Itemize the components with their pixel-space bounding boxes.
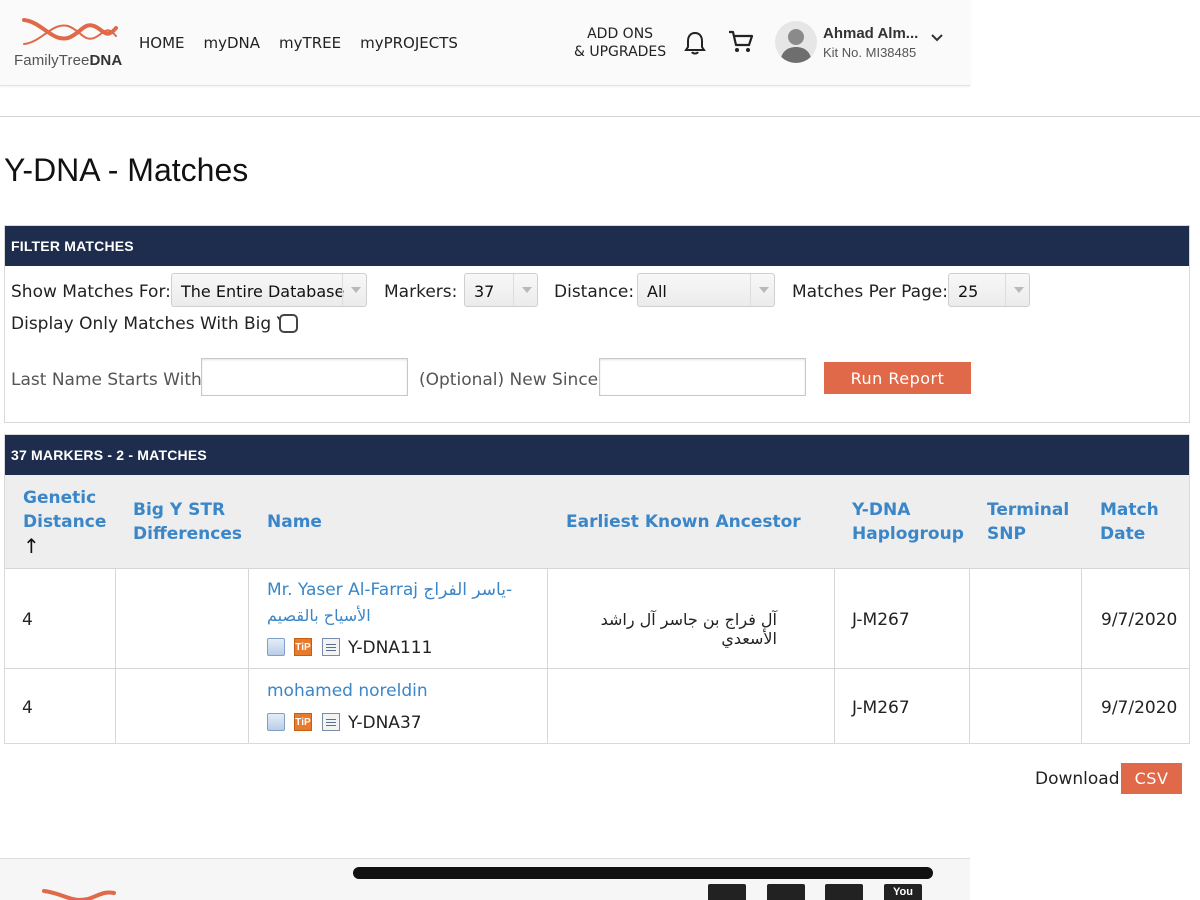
markers-label: Markers:: [384, 282, 458, 302]
shopping-cart-icon[interactable]: [728, 30, 754, 54]
download-label: Download:: [1035, 769, 1126, 789]
dropdown-arrow-icon: [1005, 274, 1029, 306]
cell-genetic-distance: 4: [22, 610, 33, 630]
nav-mytree[interactable]: myTREE: [279, 34, 341, 52]
kit-number: Kit No. MI38485: [823, 45, 917, 60]
last-name-label: Last Name Starts With:: [11, 370, 208, 390]
markers-select[interactable]: 37: [464, 273, 538, 307]
add-ons-upgrades-link[interactable]: ADD ONS & UPGRADES: [574, 25, 666, 61]
col-divider: [834, 569, 835, 743]
matches-results-panel: 37 MARKERS - 2 - MATCHES Genetic Distanc…: [4, 434, 1190, 744]
col-ydna-haplogroup[interactable]: Y-DNA Haplogroup: [852, 498, 964, 546]
main-nav: HOME myDNA myTREE myPROJECTS: [139, 34, 458, 52]
big-y-label: Display Only Matches With Big Y:: [11, 314, 291, 334]
filter-matches-panel: FILTER MATCHES Show Matches For: The Ent…: [4, 225, 1190, 423]
csv-download-button[interactable]: CSV: [1121, 763, 1182, 794]
col-terminal-snp[interactable]: Terminal SNP: [987, 498, 1069, 546]
cell-match-date: 9/7/2020: [1101, 610, 1178, 630]
col-divider: [248, 569, 249, 743]
sort-ascending-arrow-icon: ↑: [23, 534, 40, 558]
instagram-icon[interactable]: [825, 884, 863, 900]
youtube-icon[interactable]: You: [884, 884, 922, 900]
email-icon[interactable]: [267, 713, 285, 731]
dropdown-arrow-icon: [750, 274, 774, 306]
user-avatar[interactable]: [775, 21, 817, 63]
cell-test-type: Y-DNA111: [348, 638, 433, 658]
new-since-label: (Optional) New Since:: [419, 370, 604, 390]
page-title: Y-DNA - Matches: [4, 152, 249, 188]
matches-per-page-label: Matches Per Page:: [792, 282, 948, 302]
email-icon[interactable]: [267, 638, 285, 656]
tip-calculator-icon[interactable]: TiP: [294, 713, 312, 731]
show-matches-for-label: Show Matches For:: [11, 282, 171, 302]
cell-haplogroup: J-M267: [852, 610, 910, 630]
col-divider: [969, 569, 970, 743]
dropdown-arrow-icon: [342, 274, 366, 306]
home-indicator-bar: [353, 867, 933, 879]
distance-label: Distance:: [554, 282, 635, 302]
user-name[interactable]: Ahmad Alm...: [823, 25, 918, 42]
row-divider: [5, 568, 1189, 569]
user-silhouette-icon: [780, 29, 812, 63]
cell-haplogroup: J-M267: [852, 698, 910, 718]
col-genetic-distance[interactable]: Genetic Distance ↑: [23, 486, 106, 558]
notes-icon[interactable]: [322, 638, 340, 656]
familytreedna-logo[interactable]: FamilyTreeDNA: [14, 14, 134, 74]
last-name-input[interactable]: [201, 358, 408, 396]
twitter-icon[interactable]: [708, 884, 746, 900]
col-name[interactable]: Name: [267, 510, 322, 534]
col-earliest-known-ancestor[interactable]: Earliest Known Ancestor: [566, 510, 801, 534]
chevron-down-icon[interactable]: [930, 33, 944, 43]
show-matches-for-select[interactable]: The Entire Database: [171, 273, 367, 307]
distance-select[interactable]: All: [637, 273, 775, 307]
new-since-input[interactable]: [599, 358, 806, 396]
match-name-link[interactable]: Mr. Yaser Al-Farraj ياسر الفراج- الأسياح…: [267, 577, 512, 629]
top-navigation-bar: FamilyTreeDNA HOME myDNA myTREE myPROJEC…: [0, 0, 970, 86]
row-divider: [5, 668, 1189, 669]
nav-home[interactable]: HOME: [139, 34, 185, 52]
dropdown-arrow-icon: [513, 274, 537, 306]
matches-per-page-select[interactable]: 25: [948, 273, 1030, 307]
cell-earliest-known-ancestor: آل فراج بن جاسر آل راشد الأسعدي: [600, 610, 777, 648]
nav-myprojects[interactable]: myPROJECTS: [360, 34, 458, 52]
cell-match-date: 9/7/2020: [1101, 698, 1178, 718]
run-report-button[interactable]: Run Report: [824, 362, 971, 394]
logo-wordmark: FamilyTreeDNA: [14, 52, 123, 69]
filter-matches-heading: FILTER MATCHES: [5, 226, 1189, 266]
col-divider: [115, 569, 116, 743]
col-divider: [547, 569, 548, 743]
col-big-y-str-differences[interactable]: Big Y STR Differences: [133, 498, 242, 546]
dna-helix-icon: [22, 18, 118, 45]
facebook-icon[interactable]: [767, 884, 805, 900]
col-divider: [1081, 569, 1082, 743]
notes-icon[interactable]: [322, 713, 340, 731]
match-name-link[interactable]: mohamed noreldin: [267, 678, 428, 704]
cell-test-type: Y-DNA37: [348, 713, 422, 733]
cell-genetic-distance: 4: [22, 698, 33, 718]
results-heading: 37 MARKERS - 2 - MATCHES: [5, 435, 1189, 475]
notification-bell-icon[interactable]: [683, 30, 707, 56]
nav-mydna[interactable]: myDNA: [204, 34, 261, 52]
big-y-checkbox[interactable]: [279, 314, 298, 333]
col-match-date[interactable]: Match Date: [1100, 498, 1159, 546]
header-divider: [0, 116, 1200, 117]
tip-calculator-icon[interactable]: TiP: [294, 638, 312, 656]
footer-logo-icon[interactable]: [40, 885, 140, 900]
